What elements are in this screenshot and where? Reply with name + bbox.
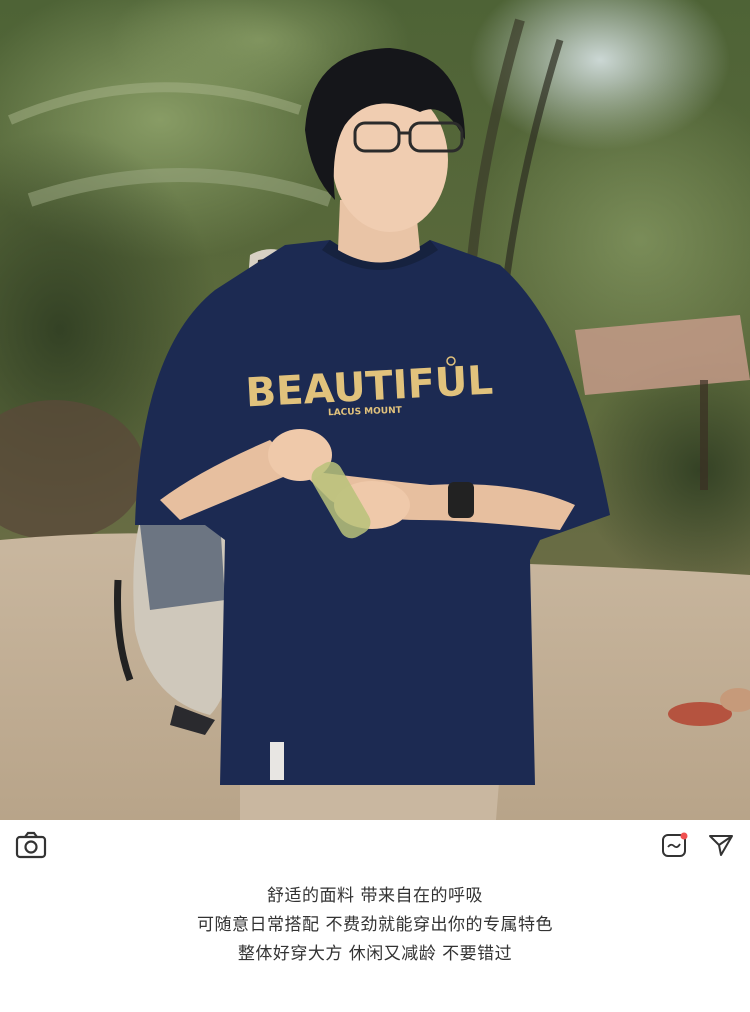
photo-illustration: BEAUTIFUL LACUS MOUNT <box>0 0 750 820</box>
caption-line: 整体好穿大方 休闲又减龄 不要错过 <box>237 944 513 964</box>
notification-dot <box>680 832 688 840</box>
product-photo: BEAUTIFUL LACUS MOUNT <box>0 0 750 820</box>
caption: 舒适的面料 带来自在的呼吸 可随意日常搭配 不费劲就能穿出你的专属特色 整体好穿… <box>0 882 750 969</box>
caption-line: 可随意日常搭配 不费劲就能穿出你的专属特色 <box>197 915 553 935</box>
hem-label <box>270 742 284 780</box>
camera-icon[interactable] <box>14 830 48 860</box>
caption-line: 舒适的面料 带来自在的呼吸 <box>267 886 483 906</box>
sticker-icon[interactable] <box>658 830 692 860</box>
toolbar <box>0 820 750 870</box>
send-icon[interactable] <box>704 830 738 860</box>
